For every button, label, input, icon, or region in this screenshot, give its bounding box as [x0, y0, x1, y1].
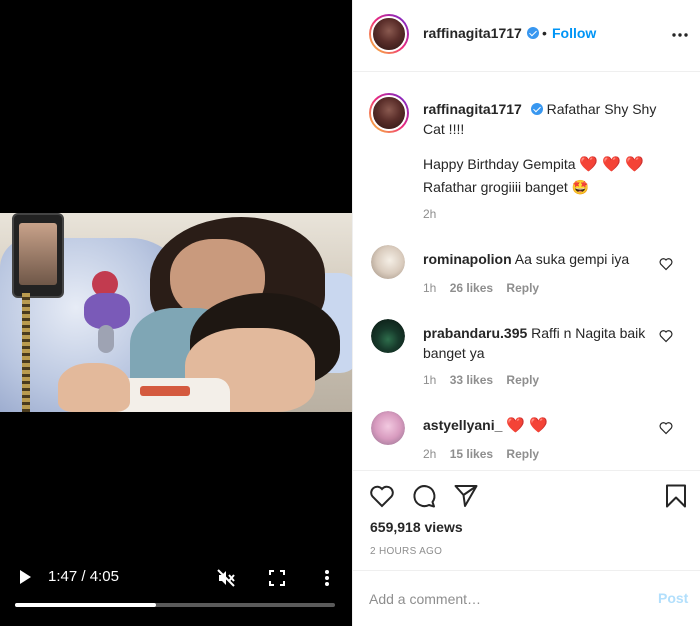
caption-time[interactable]: 2h	[423, 207, 436, 221]
post-button[interactable]: Post	[658, 590, 688, 606]
comment-body: ❤️ ❤️	[506, 417, 548, 434]
caption-text: raffinagita1717 Rafathar Shy Shy Cat !!!…	[423, 99, 663, 139]
comment-username[interactable]: rominapolion	[423, 251, 512, 267]
play-icon[interactable]	[16, 568, 34, 586]
video-progress-bar[interactable]	[15, 603, 335, 607]
muted-speaker-icon[interactable]	[216, 568, 236, 588]
heart-icon[interactable]	[369, 483, 395, 509]
video-time: 1:47 / 4:05	[48, 568, 119, 585]
caption-line3: Rafathar grogiiii banget	[423, 179, 568, 195]
horizontal-ellipsis-icon[interactable]	[671, 26, 689, 44]
comment-text: prabandaru.395 Raffi n Nagita baik bange…	[423, 323, 653, 363]
comment-meta: 2h 15 likes Reply	[423, 447, 549, 461]
header-username-row[interactable]: raffinagita1717	[423, 25, 539, 41]
avatar[interactable]	[369, 93, 409, 133]
video-toy	[84, 271, 132, 353]
caption-username[interactable]: raffinagita1717	[423, 101, 522, 117]
video-time-total: 4:05	[89, 568, 119, 585]
comments-list[interactable]: raffinagita1717 Rafathar Shy Shy Cat !!!…	[353, 73, 700, 470]
video-player[interactable]: 1:47 / 4:05	[0, 0, 352, 626]
views-count[interactable]: 659,918 views	[370, 519, 463, 535]
avatar[interactable]	[371, 319, 405, 353]
share-icon[interactable]	[453, 483, 479, 509]
video-chain	[22, 293, 30, 412]
comment-likes[interactable]: 15 likes	[450, 447, 493, 461]
bookmark-icon[interactable]	[663, 483, 689, 509]
comment-item: rominapolion Aa suka gempi iya 1h 26 lik…	[353, 245, 700, 325]
comment-reply-button[interactable]: Reply	[506, 373, 539, 387]
heart-icon[interactable]	[659, 257, 673, 271]
fullscreen-icon[interactable]	[268, 569, 286, 587]
comment-item: prabandaru.395 Raffi n Nagita baik bange…	[353, 319, 700, 399]
comment-likes[interactable]: 26 likes	[450, 281, 493, 295]
post-panel: raffinagita1717 • Follow raffinagita1717…	[352, 0, 700, 626]
avatar[interactable]	[371, 411, 405, 445]
video-frame[interactable]	[0, 213, 352, 412]
verified-badge-icon	[526, 27, 539, 39]
comment-reply-button[interactable]: Reply	[506, 447, 539, 461]
comment-icon[interactable]	[411, 483, 437, 509]
comment-text: rominapolion Aa suka gempi iya	[423, 249, 653, 269]
comment-time[interactable]: 1h	[423, 373, 436, 387]
heart-icon[interactable]	[659, 329, 673, 343]
video-phone	[12, 213, 64, 298]
caption-line2: Happy Birthday Gempita	[423, 156, 576, 172]
comment-meta: 1h 33 likes Reply	[423, 373, 549, 387]
post-time-ago[interactable]: 2 HOURS AGO	[370, 546, 442, 557]
video-time-current: 1:47	[48, 568, 78, 585]
comment-likes[interactable]: 33 likes	[450, 373, 493, 387]
video-time-separator: /	[81, 568, 86, 585]
comment-username[interactable]: prabandaru.395	[423, 325, 527, 341]
post-header: raffinagita1717 • Follow	[353, 0, 700, 72]
post-actions: 659,918 views 2 HOURS AGO	[353, 470, 700, 568]
comment-body: Aa suka gempi iya	[514, 251, 630, 267]
vertical-ellipsis-icon[interactable]	[318, 568, 336, 588]
add-comment-bar: Post	[353, 570, 700, 626]
caption-emoji: 🤩	[571, 179, 590, 195]
comment-time[interactable]: 2h	[423, 447, 436, 461]
comment-username[interactable]: astyellyani_	[423, 417, 502, 433]
verified-badge-icon	[530, 103, 543, 115]
video-controls: 1:47 / 4:05	[0, 560, 352, 626]
video-progress-fill	[15, 603, 156, 607]
caption-body: Happy Birthday Gempita ❤️ ❤️ ❤️ Rafathar…	[423, 153, 683, 198]
header-separator: •	[542, 25, 547, 41]
comment-reply-button[interactable]: Reply	[506, 281, 539, 295]
header-username[interactable]: raffinagita1717	[423, 25, 522, 41]
heart-icon[interactable]	[659, 421, 673, 435]
avatar[interactable]	[369, 14, 409, 54]
follow-button[interactable]: Follow	[552, 25, 596, 41]
video-hand	[58, 363, 130, 412]
add-comment-input[interactable]	[369, 588, 639, 610]
avatar[interactable]	[371, 245, 405, 279]
comment-meta: 1h 26 likes Reply	[423, 281, 549, 295]
comment-text: astyellyani_ ❤️ ❤️	[423, 415, 653, 436]
comment-time[interactable]: 1h	[423, 281, 436, 295]
caption-hearts: ❤️ ❤️ ❤️	[579, 156, 644, 173]
